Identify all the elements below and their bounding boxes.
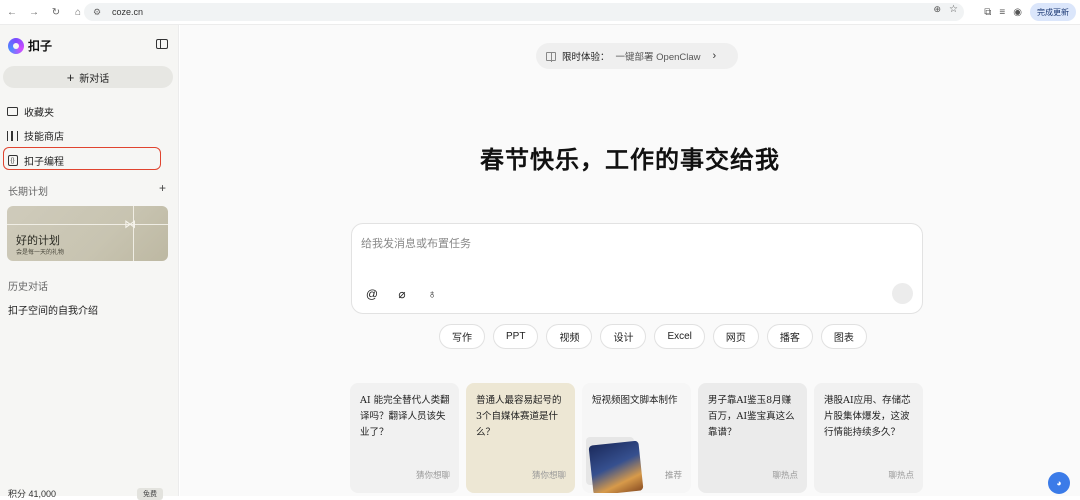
chevron-right-icon: › xyxy=(712,50,717,62)
update-button[interactable]: 完成更新 xyxy=(1030,3,1076,21)
reload-icon[interactable]: ↻ xyxy=(47,3,65,21)
promo-text: 一键部署 OpenClaw xyxy=(615,52,701,63)
plan-card-title: 好的计划 xyxy=(16,234,60,247)
lightbulb-icon[interactable]: ♁ xyxy=(424,286,440,302)
profile-icon[interactable]: ◉ xyxy=(1013,7,1022,18)
message-composer[interactable]: 给我发消息或布置任务 @ ⌀ ♁ xyxy=(351,223,923,314)
add-plan-icon[interactable]: + xyxy=(159,181,166,195)
credits-bar: 积分 41,000 免费 xyxy=(0,482,179,500)
suggestion-card-text: 普通人最容易起号的3个自媒体赛道是什么？ xyxy=(476,395,562,438)
plan-badge[interactable]: 免费 xyxy=(137,488,163,500)
mention-icon[interactable]: @ xyxy=(364,286,380,302)
suggestion-card[interactable]: AI 能完全替代人类翻译吗？翻译人员该失业了？ 猜你想聊 xyxy=(350,383,459,493)
back-icon[interactable]: ← xyxy=(3,3,21,21)
chip-podcast[interactable]: 播客 xyxy=(766,324,813,349)
code-icon: {} xyxy=(7,155,18,166)
composer-placeholder[interactable]: 给我发消息或布置任务 xyxy=(361,235,471,251)
bookmark-star-icon[interactable]: ☆ xyxy=(949,4,958,15)
promo-banner[interactable]: 限时体验： 一键部署 OpenClaw › xyxy=(536,43,738,69)
sidebar-item-label: 技能商店 xyxy=(24,132,64,143)
brand-name: 扣子 xyxy=(28,39,53,53)
plus-icon: + xyxy=(66,69,75,85)
plan-card[interactable]: ⋈ 好的计划 会是每一天的礼物 xyxy=(7,206,168,261)
sidebar-item-skill-store[interactable]: 技能商店 xyxy=(7,128,64,143)
credits-text: 积分 41,000 xyxy=(8,489,57,499)
chip-chart[interactable]: 图表 xyxy=(820,324,867,349)
suggestion-card[interactable]: 普通人最容易起号的3个自媒体赛道是什么？ 猜你想聊 xyxy=(466,383,575,493)
skill-chips: 写作 PPT 视频 设计 Excel 网页 播客 图表 xyxy=(439,324,867,349)
forward-icon[interactable]: → xyxy=(25,3,43,21)
browser-toolbar: ← → ↻ ⌂ ⚙ coze.cn ⊕ ☆ ⧉ ≡ ◉ 完成更新 xyxy=(0,0,1080,25)
history-item[interactable]: 扣子空间的自我介绍 xyxy=(8,302,98,317)
composer-tools: @ ⌀ ♁ xyxy=(364,286,440,302)
suggestion-card-tag: 聊热点 xyxy=(888,470,914,480)
attachment-icon[interactable]: ⌀ xyxy=(394,286,410,302)
ribbon-decoration xyxy=(7,224,168,225)
sidebar-item-label: 收藏夹 xyxy=(24,108,54,119)
brand[interactable]: 扣子 xyxy=(8,37,52,54)
ribbon-decoration xyxy=(133,206,134,261)
long-term-plan-title: 长期计划 xyxy=(8,187,48,198)
chip-writing[interactable]: 写作 xyxy=(439,324,485,349)
page-headline: 春节快乐，工作的事交给我 xyxy=(480,145,780,174)
main-content: 限时体验： 一键部署 OpenClaw › 春节快乐，工作的事交给我 给我发消息… xyxy=(180,25,1080,496)
address-bar[interactable]: ⚙ coze.cn ⊕ ☆ xyxy=(84,3,964,21)
video-thumbnail-image xyxy=(588,440,644,493)
sidebar-item-coze-coding[interactable]: {} 扣子编程 xyxy=(7,153,64,168)
suggestion-card[interactable]: 男子靠AI鉴玉8月赚百万，AI鉴宝真这么靠谱？ 聊热点 xyxy=(698,383,807,493)
site-settings-icon[interactable]: ⚙ xyxy=(90,5,104,19)
extensions-icon[interactable]: ⧉ xyxy=(984,7,991,18)
suggestion-card-text: AI 能完全替代人类翻译吗？翻译人员该失业了？ xyxy=(360,395,450,438)
suggestion-card-text: 男子靠AI鉴玉8月赚百万，AI鉴宝真这么靠谱？ xyxy=(708,395,795,438)
send-button[interactable] xyxy=(892,283,913,304)
new-chat-label: 新对话 xyxy=(79,73,110,85)
sidebar-item-favorites[interactable]: 收藏夹 xyxy=(7,104,54,119)
books-icon xyxy=(7,130,18,141)
gift-bow-icon: ⋈ xyxy=(124,217,136,231)
sidebar-collapse-icon[interactable] xyxy=(156,39,168,49)
gift-icon xyxy=(546,51,556,62)
assistant-float-button[interactable]: ◕ xyxy=(1048,472,1070,494)
suggestion-card-text: 港股AI应用、存储芯片股集体爆发，这波行情能持续多久？ xyxy=(824,395,911,438)
browser-nav: ← → ↻ ⌂ xyxy=(0,3,87,21)
coze-logo-icon xyxy=(8,37,24,54)
suggestion-card-text: 短视频图文脚本制作 xyxy=(592,395,678,406)
reading-list-icon[interactable]: ≡ xyxy=(999,7,1005,18)
promo-prefix: 限时体验： xyxy=(562,52,610,63)
chip-webpage[interactable]: 网页 xyxy=(712,324,759,349)
url-text: coze.cn xyxy=(112,7,144,17)
toolbar-right: ⧉ ≡ ◉ 完成更新 xyxy=(984,3,1076,21)
suggestion-card[interactable]: 短视频图文脚本制作 推荐 xyxy=(582,383,691,493)
chip-design[interactable]: 设计 xyxy=(600,324,647,349)
chip-ppt[interactable]: PPT xyxy=(493,324,539,349)
suggestion-card-tag: 聊热点 xyxy=(772,470,798,480)
zoom-icon[interactable]: ⊕ xyxy=(933,4,941,15)
suggestion-card-tag: 推荐 xyxy=(664,470,682,480)
chip-video[interactable]: 视频 xyxy=(546,324,593,349)
history-title: 历史对话 xyxy=(8,282,48,293)
sidebar-item-label: 扣子编程 xyxy=(24,157,64,168)
folder-icon xyxy=(7,107,18,116)
chip-excel[interactable]: Excel xyxy=(654,324,705,349)
sidebar: 扣子 + 新对话 收藏夹 技能商店 {} 扣子编程 长期计划 + ⋈ 好的计划 … xyxy=(0,25,179,500)
plan-card-subtitle: 会是每一天的礼物 xyxy=(16,250,65,256)
suggestion-card-tag: 猜你想聊 xyxy=(531,470,566,480)
suggestion-card[interactable]: 港股AI应用、存储芯片股集体爆发，这波行情能持续多久？ 聊热点 xyxy=(814,383,923,493)
suggestion-cards: AI 能完全替代人类翻译吗？翻译人员该失业了？ 猜你想聊 普通人最容易起号的3个… xyxy=(350,383,923,493)
suggestion-card-tag: 猜你想聊 xyxy=(415,470,450,480)
new-chat-button[interactable]: + 新对话 xyxy=(3,66,173,88)
